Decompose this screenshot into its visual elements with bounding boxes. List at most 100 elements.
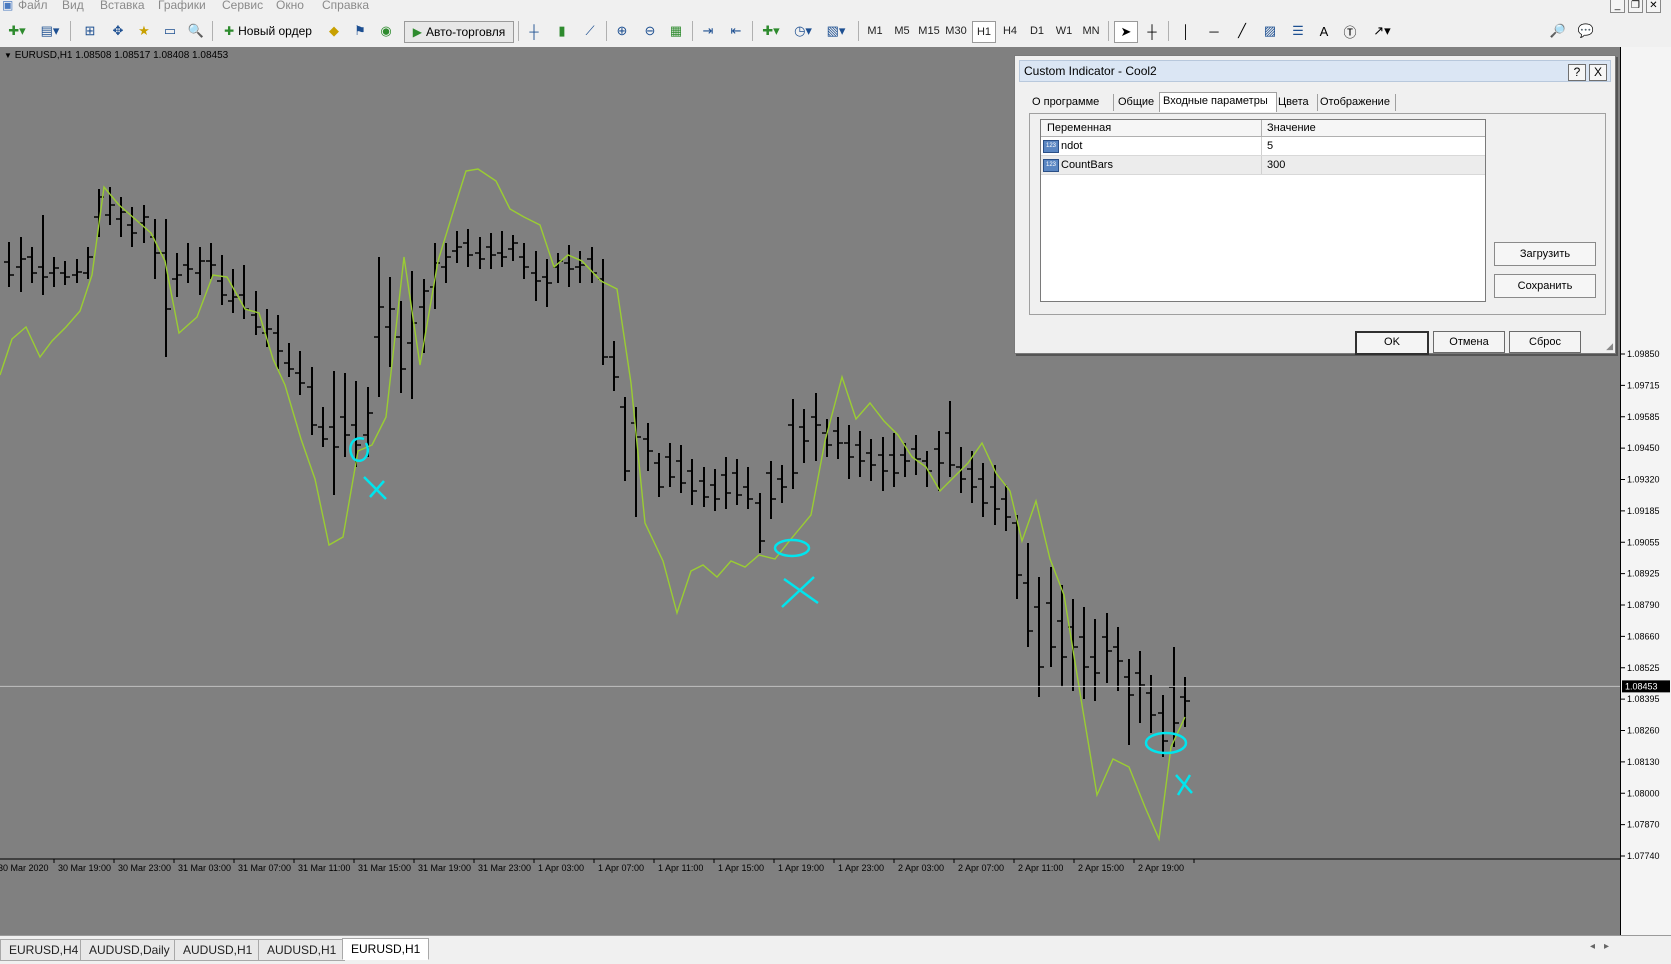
- search-icon[interactable]: 🔎: [1548, 21, 1568, 41]
- dialog-close-button[interactable]: X: [1589, 64, 1607, 81]
- reset-button[interactable]: Сброс: [1509, 331, 1581, 353]
- crosshair-icon[interactable]: ┼: [1142, 21, 1162, 41]
- tab-colors[interactable]: Цвета: [1275, 94, 1318, 111]
- tabs-scroll-right-icon[interactable]: ▸: [1604, 941, 1609, 952]
- periods-icon[interactable]: ◷▾: [790, 21, 816, 41]
- x-axis-label: 31 Mar 19:00: [418, 863, 471, 873]
- horizontal-line-icon[interactable]: ─: [1204, 21, 1224, 41]
- dialog-titlebar[interactable]: Custom Indicator - Cool2 ? X: [1019, 60, 1611, 82]
- autoscroll-icon[interactable]: ⇥: [698, 21, 718, 41]
- column-variable[interactable]: Переменная: [1047, 120, 1111, 136]
- chart-tab-eurusd-h4[interactable]: EURUSD,H4: [0, 939, 88, 961]
- text-label-icon[interactable]: Ⓣ: [1340, 21, 1360, 41]
- community-icon[interactable]: ◉: [376, 21, 396, 41]
- resize-grip-icon[interactable]: ◢: [1606, 341, 1613, 352]
- text-tool-icon[interactable]: A: [1314, 21, 1334, 41]
- timeframe-m30[interactable]: M30: [945, 21, 967, 41]
- chart-tab-audusd-daily[interactable]: AUDUSD,Daily: [80, 939, 179, 961]
- tab-about[interactable]: О программе: [1029, 94, 1114, 111]
- timeframe-h1[interactable]: H1: [972, 21, 996, 43]
- minimize-icon[interactable]: _: [1610, 0, 1625, 13]
- price-bar: [452, 231, 462, 263]
- price-bar: [643, 423, 653, 471]
- candlestick-icon[interactable]: ▮: [552, 21, 572, 41]
- terminal-icon[interactable]: ▭: [160, 21, 180, 41]
- timeframe-d1[interactable]: D1: [1026, 21, 1048, 41]
- timeframe-mn[interactable]: MN: [1080, 21, 1102, 41]
- price-bar: [1068, 599, 1078, 691]
- variable-value[interactable]: 5: [1267, 138, 1273, 154]
- price-bar: [542, 259, 552, 307]
- menu-window[interactable]: Окно: [276, 0, 304, 12]
- fibonacci-icon[interactable]: ☰: [1288, 21, 1308, 41]
- navigator-icon[interactable]: ★: [134, 21, 154, 41]
- price-bar: [978, 463, 988, 517]
- price-bar: [4, 242, 14, 287]
- load-button[interactable]: Загрузить: [1494, 242, 1596, 266]
- collapse-arrow-icon[interactable]: ▼: [4, 51, 12, 60]
- chart-tab-audusd-h1-2[interactable]: AUDUSD,H1: [258, 939, 346, 961]
- save-button[interactable]: Сохранить: [1494, 274, 1596, 298]
- equidistant-channel-icon[interactable]: ▨: [1260, 21, 1280, 41]
- vertical-line-icon[interactable]: │: [1176, 21, 1196, 41]
- restore-icon[interactable]: ❐: [1628, 0, 1643, 13]
- y-axis-label: 1.08000: [1627, 788, 1660, 798]
- tile-windows-icon[interactable]: ▦: [666, 21, 686, 41]
- tab-common[interactable]: Общие: [1115, 94, 1162, 111]
- table-row[interactable]: 123 ndot 5: [1041, 137, 1485, 156]
- timeframe-m5[interactable]: M5: [891, 21, 913, 41]
- help-button[interactable]: ?: [1568, 64, 1586, 81]
- price-label: 1.08453: [1625, 681, 1658, 691]
- bar-chart-icon[interactable]: ┼: [524, 21, 544, 41]
- chart-shift-icon[interactable]: ⇤: [726, 21, 746, 41]
- menu-tools[interactable]: Сервис: [222, 0, 263, 12]
- cursor-icon[interactable]: ➤: [1114, 21, 1138, 43]
- x-axis-label: 1 Apr 19:00: [778, 863, 824, 873]
- new-order-icon: ✚: [224, 24, 235, 38]
- price-bar: [587, 247, 597, 283]
- menu-help[interactable]: Справка: [322, 0, 369, 12]
- data-window-icon[interactable]: ✥: [108, 21, 128, 41]
- chat-icon[interactable]: 💬: [1576, 21, 1596, 41]
- chart-tab-eurusd-h1[interactable]: EURUSD,H1: [342, 938, 430, 960]
- table-row[interactable]: 123 CountBars 300: [1041, 156, 1485, 175]
- price-axis[interactable]: 1.09850 1.09715 1.09585 1.09450 1.09320 1.091…: [1620, 47, 1671, 935]
- price-bar: [172, 253, 182, 297]
- price-bar: [497, 231, 507, 267]
- close-icon[interactable]: ✕: [1646, 0, 1661, 13]
- strategy-tester-icon[interactable]: 🔍: [186, 21, 206, 41]
- line-chart-icon[interactable]: ⟋: [580, 21, 600, 41]
- trendline-icon[interactable]: ╱: [1232, 21, 1252, 41]
- chart-tab-audusd-h1[interactable]: AUDUSD,H1: [174, 939, 262, 961]
- annotation-circle: [349, 437, 370, 462]
- arrows-icon[interactable]: ↗▾: [1368, 21, 1396, 41]
- timeframe-h4[interactable]: H4: [999, 21, 1021, 41]
- ok-button[interactable]: OK: [1355, 331, 1429, 355]
- timeframe-w1[interactable]: W1: [1053, 21, 1075, 41]
- cancel-button[interactable]: Отмена: [1433, 331, 1505, 353]
- new-chart-icon[interactable]: ✚▾: [4, 21, 30, 41]
- timeframe-m1[interactable]: M1: [864, 21, 886, 41]
- zoom-in-icon[interactable]: ⊕: [612, 21, 632, 41]
- signals-icon[interactable]: ⚑: [350, 21, 370, 41]
- zoom-out-icon[interactable]: ⊖: [640, 21, 660, 41]
- tab-visualization[interactable]: Отображение: [1317, 94, 1396, 111]
- price-bar: [195, 247, 205, 295]
- autotrading-button[interactable]: ▶ Авто-торговля: [404, 21, 514, 43]
- menu-charts[interactable]: Графики: [158, 0, 206, 12]
- templates-icon[interactable]: ▧▾: [822, 21, 850, 41]
- tabs-scroll-left-icon[interactable]: ◂: [1590, 941, 1595, 952]
- tab-inputs[interactable]: Входные параметры: [1159, 92, 1277, 112]
- menu-view[interactable]: Вид: [62, 0, 84, 12]
- market-watch-icon[interactable]: ⊞: [80, 21, 100, 41]
- variable-value[interactable]: 300: [1267, 157, 1285, 173]
- menu-file[interactable]: Файл: [18, 0, 48, 12]
- indicators-icon[interactable]: ✚▾: [758, 21, 784, 41]
- column-value[interactable]: Значение: [1267, 120, 1316, 136]
- metaeditor-icon[interactable]: ◆: [324, 21, 344, 41]
- menu-insert[interactable]: Вставка: [100, 0, 145, 12]
- profiles-icon[interactable]: ▤▾: [36, 21, 64, 41]
- x-axis-label: 31 Mar 07:00: [238, 863, 291, 873]
- new-order-button[interactable]: ✚ Новый ордер: [218, 21, 318, 41]
- timeframe-m15[interactable]: M15: [918, 21, 940, 41]
